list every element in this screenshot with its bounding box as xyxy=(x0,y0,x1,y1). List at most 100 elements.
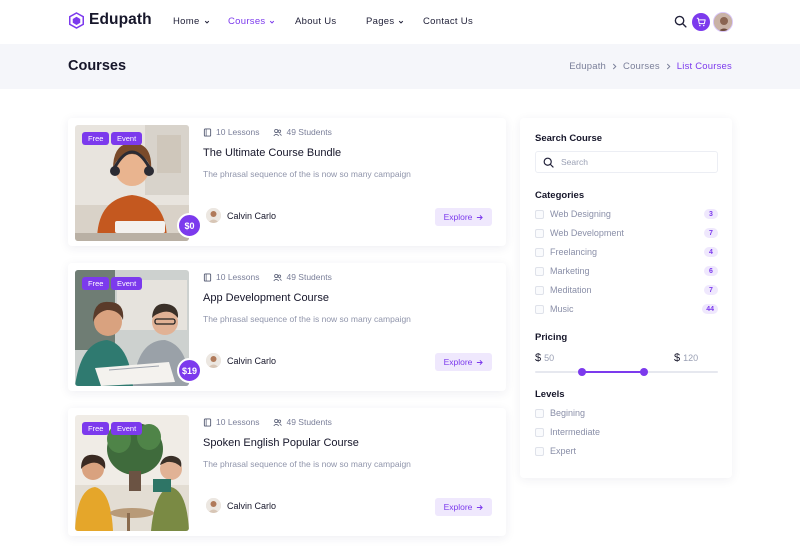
cart-button[interactable] xyxy=(692,13,710,31)
currency-symbol: $ xyxy=(535,352,542,364)
instructor-avatar xyxy=(206,353,221,368)
explore-button-label: Explore xyxy=(443,357,473,367)
explore-button[interactable]: Explore xyxy=(435,498,492,516)
instructor[interactable]: Calvin Carlo xyxy=(206,208,276,223)
arrow-right-icon xyxy=(477,214,484,220)
explore-button-label: Explore xyxy=(443,212,473,222)
price-max: $ 120 xyxy=(674,352,698,364)
page-title: Courses xyxy=(68,58,127,74)
arrow-right-icon xyxy=(477,359,484,365)
free-tag: Free xyxy=(82,132,110,145)
nav-pages-label: Pages xyxy=(366,16,395,27)
price-slider-max-handle[interactable] xyxy=(640,368,648,376)
event-tag: Event xyxy=(111,132,143,145)
pricing-heading: Pricing xyxy=(535,332,568,343)
course-description: The phrasal sequence of the is now so ma… xyxy=(203,169,411,179)
checkbox[interactable] xyxy=(535,266,544,276)
category-label: Music xyxy=(550,304,574,314)
instructor-avatar xyxy=(206,208,221,223)
explore-button[interactable]: Explore xyxy=(435,353,492,371)
category-freelancing[interactable]: Freelancing 4 xyxy=(535,246,718,258)
free-tag: Free xyxy=(82,422,110,435)
users-icon xyxy=(273,418,283,426)
course-title[interactable]: App Development Course xyxy=(203,292,329,304)
category-meditation[interactable]: Meditation 7 xyxy=(535,284,718,296)
price-min-value: 50 xyxy=(544,353,555,363)
search-course-heading: Search Course xyxy=(535,133,603,144)
currency-symbol: $ xyxy=(674,352,681,364)
chevron-down-icon xyxy=(204,20,209,24)
category-count-badge: 4 xyxy=(704,247,718,257)
level-expert[interactable]: Expert xyxy=(535,445,718,457)
category-music[interactable]: Music 44 xyxy=(535,303,718,315)
instructor[interactable]: Calvin Carlo xyxy=(206,498,276,513)
filter-sidebar: Search Course Search Categories Web Desi… xyxy=(520,118,732,478)
nav-about[interactable]: About Us xyxy=(295,16,336,27)
course-title[interactable]: The Ultimate Course Bundle xyxy=(203,147,341,159)
logo[interactable]: Edupath xyxy=(69,11,152,29)
checkbox[interactable] xyxy=(535,408,544,418)
instructor[interactable]: Calvin Carlo xyxy=(206,353,276,368)
price-slider-min-handle[interactable] xyxy=(578,368,586,376)
instructor-avatar xyxy=(206,498,221,513)
nav-contact[interactable]: Contact Us xyxy=(423,16,473,27)
level-label: Expert xyxy=(550,446,577,456)
category-count-badge: 6 xyxy=(704,266,718,276)
brand-name: Edupath xyxy=(89,11,152,28)
price-badge: $19 xyxy=(177,358,202,383)
categories-heading: Categories xyxy=(535,190,585,201)
book-icon xyxy=(203,272,212,282)
category-label: Freelancing xyxy=(550,247,598,257)
nav-about-label: About Us xyxy=(295,16,337,27)
breadcrumb-courses[interactable]: Courses xyxy=(623,61,660,72)
category-web-development[interactable]: Web Development 7 xyxy=(535,227,718,239)
level-label: Begining xyxy=(550,408,586,418)
users-icon xyxy=(273,128,283,136)
level-begining[interactable]: Begining xyxy=(535,407,718,419)
chevron-down-icon xyxy=(399,20,404,24)
nav-courses[interactable]: Courses xyxy=(228,16,275,27)
nav-pages[interactable]: Pages xyxy=(366,16,404,27)
search-input[interactable]: Search xyxy=(535,151,718,173)
book-icon xyxy=(203,417,212,427)
checkbox[interactable] xyxy=(535,304,544,314)
lessons-count: 10 Lessons xyxy=(216,272,260,282)
checkbox[interactable] xyxy=(535,446,544,456)
cart-icon xyxy=(696,17,706,27)
breadcrumb: Edupath Courses List Courses xyxy=(569,61,732,72)
category-web-designing[interactable]: Web Designing 3 xyxy=(535,208,718,220)
students-count: 49 Students xyxy=(286,127,332,137)
students-count: 49 Students xyxy=(286,272,332,282)
breadcrumb-home[interactable]: Edupath xyxy=(569,61,606,72)
price-max-value: 120 xyxy=(683,353,699,363)
price-slider-range xyxy=(582,371,644,373)
course-card: Free Event 10 Lessons 49 Students Spoken… xyxy=(68,408,506,536)
checkbox[interactable] xyxy=(535,427,544,437)
nav-home[interactable]: Home xyxy=(173,16,210,27)
instructor-name: Calvin Carlo xyxy=(227,210,277,221)
checkbox[interactable] xyxy=(535,228,544,238)
search-icon[interactable] xyxy=(674,15,687,28)
level-label: Intermediate xyxy=(550,427,601,437)
level-intermediate[interactable]: Intermediate xyxy=(535,426,718,438)
top-navbar: Edupath Home Courses About Us Pages Cont… xyxy=(0,0,800,44)
category-count-badge: 7 xyxy=(704,285,718,295)
users-icon xyxy=(273,273,283,281)
checkbox[interactable] xyxy=(535,209,544,219)
course-meta: 10 Lessons 49 Students xyxy=(203,127,332,137)
course-meta: 10 Lessons 49 Students xyxy=(203,417,332,427)
nav-courses-label: Courses xyxy=(228,16,266,27)
students-count: 49 Students xyxy=(286,417,332,427)
free-tag: Free xyxy=(82,277,110,290)
category-marketing[interactable]: Marketing 6 xyxy=(535,265,718,277)
book-icon xyxy=(203,127,212,137)
category-count-badge: 44 xyxy=(702,304,718,314)
user-avatar[interactable] xyxy=(713,12,733,32)
levels-heading: Levels xyxy=(535,389,565,400)
checkbox[interactable] xyxy=(535,285,544,295)
checkbox[interactable] xyxy=(535,247,544,257)
course-card: Free Event $19 10 Lessons 49 Students Ap… xyxy=(68,263,506,391)
course-title[interactable]: Spoken English Popular Course xyxy=(203,437,359,449)
instructor-name: Calvin Carlo xyxy=(227,355,277,366)
explore-button[interactable]: Explore xyxy=(435,208,492,226)
